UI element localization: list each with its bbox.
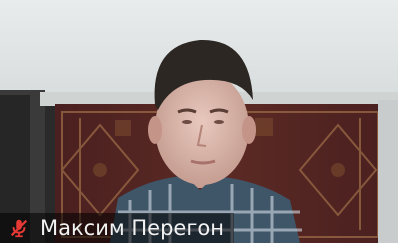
participant-video-feed — [0, 0, 398, 243]
participant-name: Максим Перегон — [40, 216, 224, 240]
video-tile[interactable]: Максим Перегон — [0, 0, 398, 243]
participant-nameplate: Максим Перегон — [0, 213, 234, 243]
microphone-muted-icon — [10, 219, 28, 238]
